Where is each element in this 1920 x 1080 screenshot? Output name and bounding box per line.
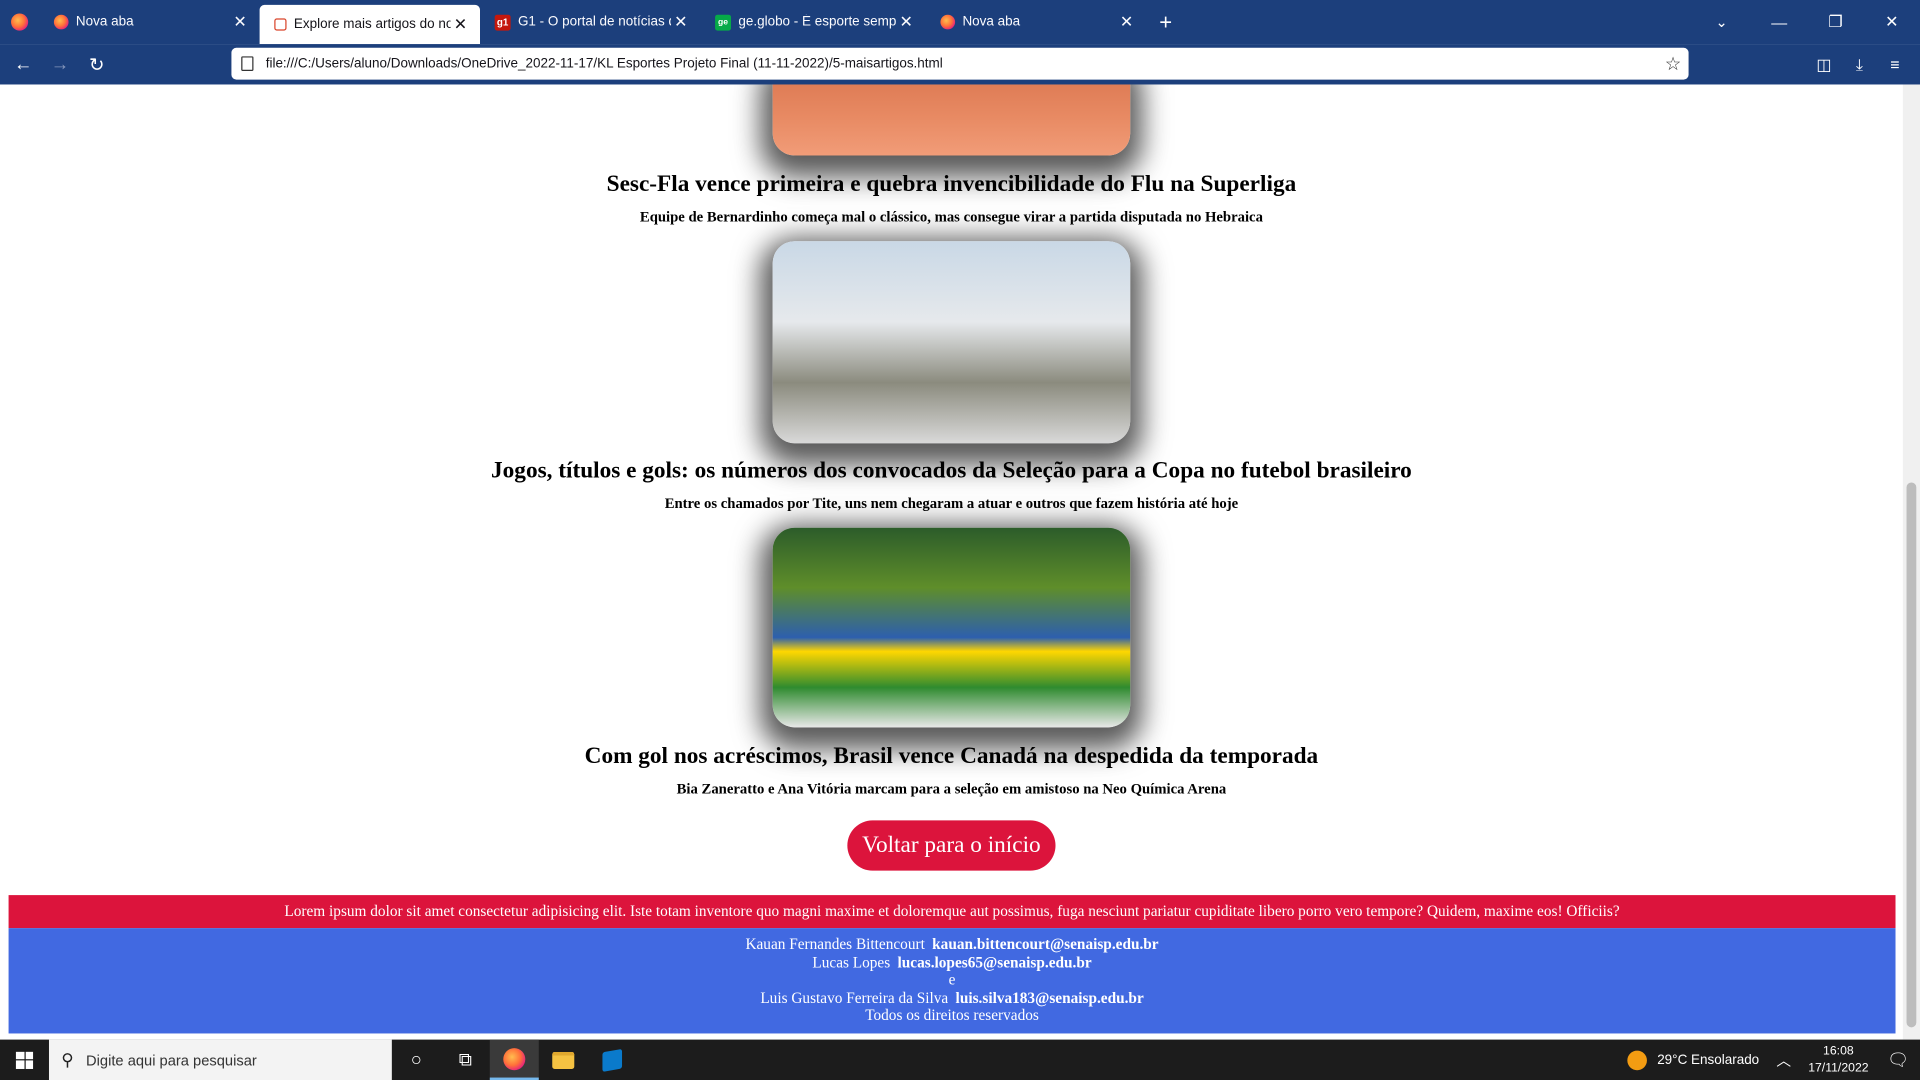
tab-ge-globo[interactable]: ge ge.globo - É esporte sempre ✕ bbox=[700, 4, 925, 41]
article-image-soccer-goal bbox=[772, 527, 1131, 728]
conjunction: e bbox=[948, 971, 956, 989]
search-placeholder: Digite aqui para pesquisar bbox=[86, 1051, 257, 1069]
notifications-icon[interactable]: 🗨 bbox=[1886, 1049, 1910, 1070]
tab-bar: Nova aba ✕ Explore mais artigos do nosso… bbox=[0, 0, 1920, 45]
vscode-icon bbox=[602, 1048, 623, 1072]
author-email: lucas.lopes65@senaisp.edu.br bbox=[897, 953, 1092, 971]
tab-title: Nova aba bbox=[962, 14, 1021, 30]
windows-taskbar: ⚲ Digite aqui para pesquisar ○ ⧉ 29°C En… bbox=[0, 1039, 1920, 1080]
close-tab-icon[interactable]: ✕ bbox=[896, 12, 916, 32]
taskbar-firefox[interactable] bbox=[489, 1039, 539, 1080]
system-tray: 29°C Ensolarado ︿ 16:08 17/11/2022 🗨 bbox=[1627, 1040, 1920, 1080]
firefox-icon bbox=[53, 14, 69, 30]
tray-chevron-up-icon[interactable]: ︿ bbox=[1776, 1049, 1791, 1070]
firefox-menu-button[interactable] bbox=[0, 0, 39, 44]
footer-credits: Kauan Fernandes Bittencourt kauan.bittenc… bbox=[8, 928, 1896, 1034]
pocket-icon[interactable]: ◫ bbox=[1806, 54, 1842, 74]
footer-lorem-text: Lorem ipsum dolor sit amet consectetur a… bbox=[284, 902, 1620, 920]
clock-time: 16:08 bbox=[1823, 1043, 1854, 1058]
restore-icon[interactable]: ❐ bbox=[1807, 12, 1863, 32]
weather-sun-icon[interactable] bbox=[1627, 1050, 1648, 1070]
scrollbar-thumb[interactable] bbox=[1906, 482, 1917, 1028]
hamburger-menu-icon[interactable]: ≡ bbox=[1877, 55, 1913, 73]
firefox-icon bbox=[11, 13, 29, 31]
back-to-home-button[interactable]: Voltar para o início bbox=[847, 820, 1056, 871]
article-subtitle: Equipe de Bernardinho começa mal o cláss… bbox=[639, 208, 1263, 226]
downloads-icon[interactable]: ⤓ bbox=[1842, 54, 1878, 74]
close-tab-icon[interactable]: ✕ bbox=[230, 12, 250, 32]
author-name: Kauan Fernandes Bittencourt bbox=[745, 935, 925, 953]
article-image-players bbox=[772, 241, 1131, 444]
tab-title: G1 - O portal de notícias da Glo bbox=[517, 14, 671, 30]
taskbar-file-explorer[interactable] bbox=[539, 1040, 588, 1080]
close-tab-icon[interactable]: ✕ bbox=[1117, 12, 1137, 32]
g1-icon: g1 bbox=[494, 14, 511, 31]
author-email: luis.silva183@senaisp.edu.br bbox=[955, 988, 1144, 1006]
page-scrollbar[interactable] bbox=[1902, 84, 1920, 1040]
cortana-circle-icon[interactable]: ○ bbox=[392, 1040, 441, 1080]
article-subtitle: Bia Zaneratto e Ana Vitória marcam para … bbox=[676, 780, 1227, 798]
tab-g1[interactable]: g1 G1 - O portal de notícias da Glo ✕ bbox=[480, 4, 700, 41]
tab-new-tab-2[interactable]: Nova aba ✕ bbox=[926, 4, 1146, 41]
author-line: Lucas Lopes lucas.lopes65@senaisp.edu.br bbox=[9, 953, 1896, 971]
taskbar-vscode[interactable] bbox=[588, 1040, 637, 1080]
taskbar-search-input[interactable]: ⚲ Digite aqui para pesquisar bbox=[48, 1039, 392, 1080]
search-icon: ⚲ bbox=[61, 1049, 74, 1069]
article-title[interactable]: Com gol nos acréscimos, Brasil vence Can… bbox=[0, 743, 1903, 770]
bookmark-star-icon[interactable]: ☆ bbox=[1665, 53, 1681, 75]
close-window-icon[interactable]: ✕ bbox=[1864, 12, 1920, 32]
tab-new-tab-1[interactable]: Nova aba ✕ bbox=[39, 4, 259, 41]
url-bar[interactable]: file:///C:/Users/aluno/Downloads/OneDriv… bbox=[231, 47, 1689, 80]
navigation-toolbar: ← → ↻ file:///C:/Users/aluno/Downloads/O… bbox=[0, 44, 1920, 85]
close-tab-icon[interactable]: ✕ bbox=[451, 15, 471, 35]
list-all-tabs-chevron-icon[interactable]: ⌄ bbox=[1709, 0, 1733, 44]
tab-title: Explore mais artigos do nosso s bbox=[293, 17, 451, 32]
author-name: Luis Gustavo Ferreira da Silva bbox=[760, 988, 949, 1006]
folder-icon bbox=[552, 1051, 575, 1069]
article-subtitle: Entre os chamados por Tite, uns nem cheg… bbox=[664, 494, 1239, 512]
ge-icon: ge bbox=[715, 14, 732, 31]
close-tab-icon[interactable]: ✕ bbox=[671, 12, 691, 32]
url-text[interactable]: file:///C:/Users/aluno/Downloads/OneDriv… bbox=[266, 56, 943, 71]
rights-text: Todos os direitos reservados bbox=[865, 1006, 1039, 1024]
article-image-volleyball bbox=[772, 84, 1131, 156]
article-title[interactable]: Jogos, títulos e gols: os números dos co… bbox=[0, 458, 1903, 485]
tab-title: Nova aba bbox=[75, 14, 134, 30]
clock-date: 17/11/2022 bbox=[1808, 1061, 1869, 1075]
page-icon bbox=[241, 56, 254, 72]
page-viewport: Sesc-Fla vence primeira e quebra invenci… bbox=[0, 84, 1920, 1040]
firefox-icon bbox=[940, 14, 956, 30]
back-arrow-icon[interactable]: ← bbox=[5, 46, 42, 83]
clock[interactable]: 16:08 17/11/2022 bbox=[1808, 1043, 1868, 1077]
footer-lorem-bar: Lorem ipsum dolor sit amet consectetur a… bbox=[8, 895, 1896, 929]
windows-logo-icon bbox=[15, 1051, 34, 1069]
forward-arrow-icon[interactable]: → bbox=[42, 46, 79, 83]
article-title[interactable]: Sesc-Fla vence primeira e quebra invenci… bbox=[0, 171, 1903, 198]
author-email: kauan.bittencourt@senaisp.edu.br bbox=[932, 935, 1159, 953]
task-view-icon[interactable]: ⧉ bbox=[441, 1040, 490, 1080]
author-line: Luis Gustavo Ferreira da Silva luis.silva… bbox=[9, 989, 1896, 1007]
start-button[interactable] bbox=[0, 1040, 49, 1080]
author-line: Kauan Fernandes Bittencourt kauan.bittenc… bbox=[9, 936, 1896, 954]
weather-text[interactable]: 29°C Ensolarado bbox=[1657, 1052, 1759, 1067]
tab-explore-articles[interactable]: Explore mais artigos do nosso s ✕ bbox=[259, 4, 481, 45]
new-tab-button[interactable]: + bbox=[1146, 9, 1185, 35]
minimize-icon[interactable]: — bbox=[1751, 13, 1807, 31]
firefox-icon bbox=[503, 1047, 526, 1070]
pdf-icon bbox=[274, 18, 287, 31]
author-name: Lucas Lopes bbox=[812, 953, 891, 971]
tab-title: ge.globo - É esporte sempre bbox=[738, 14, 897, 30]
reload-icon[interactable]: ↻ bbox=[78, 46, 115, 83]
